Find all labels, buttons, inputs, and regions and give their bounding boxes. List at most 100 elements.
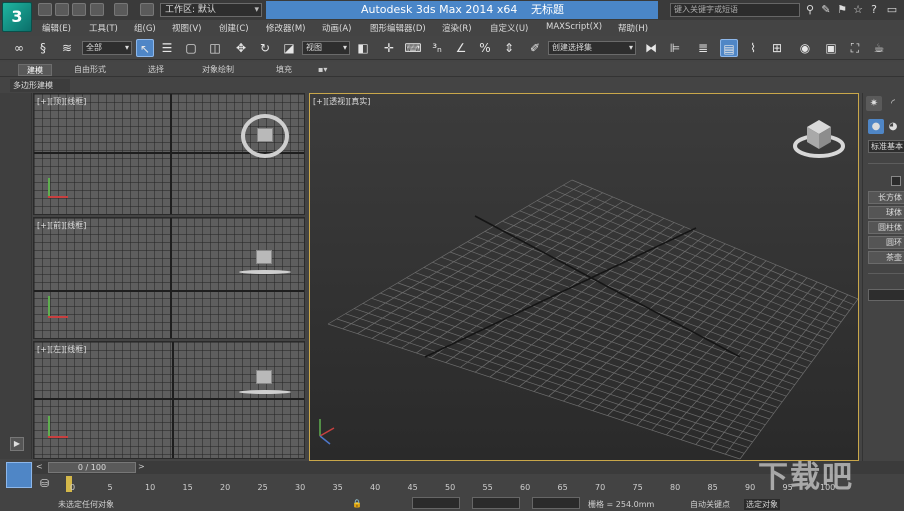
selected-mode-select[interactable]: 选定对象 — [744, 499, 780, 510]
project-folder-icon[interactable] — [140, 3, 154, 16]
star-icon[interactable]: ☆ — [851, 3, 865, 17]
search-input[interactable]: 键入关键字或短语 — [670, 3, 800, 17]
viewport-label-front[interactable]: [+][前][线框] — [37, 220, 86, 231]
lock-icon[interactable]: 🔒 — [352, 499, 362, 508]
viewcube-icon[interactable] — [256, 370, 272, 384]
named-selection-select[interactable]: 创建选择集 ▾ — [548, 41, 636, 55]
coord-x-field[interactable] — [412, 497, 460, 509]
graphite-toggle-icon[interactable]: ▤ — [720, 39, 738, 57]
sphere-button[interactable]: 球体 — [868, 206, 904, 219]
link-icon[interactable]: ∞ — [10, 39, 28, 57]
menu-group[interactable]: 组(G) — [134, 22, 156, 34]
previous-frame-icon[interactable]: < — [36, 462, 43, 471]
viewport-top[interactable]: [+][顶][线框] — [33, 93, 305, 215]
spinner-snap-icon[interactable]: ⇕ — [500, 39, 518, 57]
rectangular-selection-icon[interactable]: ▢ — [182, 39, 200, 57]
menu-help[interactable]: 帮助(H) — [618, 22, 648, 34]
viewcube-ring-icon[interactable] — [239, 390, 291, 394]
open-file-icon[interactable] — [55, 3, 69, 16]
edit-named-selection-icon[interactable]: ✐ — [526, 39, 544, 57]
viewcube-icon[interactable] — [257, 128, 273, 142]
viewport-label-top[interactable]: [+][顶][线框] — [37, 96, 86, 107]
expand-arrow-icon[interactable]: ▶ — [10, 437, 24, 451]
category-select[interactable]: 标准基本 — [868, 140, 904, 153]
teapot-button[interactable]: 茶壶 — [868, 251, 904, 264]
coord-y-field[interactable] — [472, 497, 520, 509]
angle-snap-icon[interactable]: ∠ — [452, 39, 470, 57]
coord-z-field[interactable] — [532, 497, 580, 509]
cylinder-button[interactable]: 圆柱体 — [868, 221, 904, 234]
viewcube-icon[interactable] — [256, 250, 272, 264]
undo-icon[interactable] — [90, 3, 104, 16]
box-button[interactable]: 长方体 — [868, 191, 904, 204]
schematic-view-icon[interactable]: ⊞ — [768, 39, 786, 57]
percent-snap-icon[interactable]: % — [476, 39, 494, 57]
help-icon[interactable]: ? — [867, 3, 881, 17]
window-controls-icon[interactable]: ▭ — [885, 3, 899, 17]
people-icon[interactable]: ⚑ — [835, 3, 849, 17]
toggle-mini-curve-editor-icon[interactable]: ⛁ — [40, 477, 49, 490]
workspace-select[interactable]: 工作区: 默认 ▾ — [160, 3, 262, 17]
menu-view[interactable]: 视图(V) — [172, 22, 201, 34]
mirror-icon[interactable]: ⧓ — [642, 39, 660, 57]
tools-icon[interactable]: ✎ — [819, 3, 833, 17]
geometry-icon[interactable]: ● — [868, 119, 884, 134]
modify-tab-icon[interactable]: ◜ — [885, 96, 901, 111]
render-setup-icon[interactable]: ▣ — [822, 39, 840, 57]
menu-animation[interactable]: 动画(A) — [322, 22, 351, 34]
tab-selection[interactable]: 选择 — [140, 64, 172, 76]
bind-space-warp-icon[interactable]: ≋ — [58, 39, 76, 57]
select-by-name-icon[interactable]: ☰ — [158, 39, 176, 57]
viewcube-ring-icon[interactable] — [239, 270, 291, 274]
curve-editor-icon[interactable]: ⌇ — [744, 39, 762, 57]
polygon-modeling-panel[interactable]: 多边形建模 — [10, 79, 70, 92]
select-object-icon[interactable]: ↖ — [136, 39, 154, 57]
unlink-icon[interactable]: § — [34, 39, 52, 57]
viewport-left[interactable]: [+][左][线框] — [33, 341, 305, 459]
select-manipulate-icon[interactable]: ✛ — [380, 39, 398, 57]
select-move-icon[interactable]: ✥ — [232, 39, 250, 57]
menu-create[interactable]: 创建(C) — [219, 22, 249, 34]
select-rotate-icon[interactable]: ↻ — [256, 39, 274, 57]
align-icon[interactable]: ⊫ — [666, 39, 684, 57]
keyboard-shortcut-icon[interactable]: ⌨ — [404, 39, 422, 57]
selection-filter-select[interactable]: 全部 ▾ — [82, 41, 132, 55]
viewport-perspective[interactable]: [+][透视][真实] — [309, 93, 859, 461]
autokey-label[interactable]: 自动关键点 — [690, 499, 730, 510]
tab-populate[interactable]: 填充 — [268, 64, 300, 76]
name-field[interactable] — [868, 289, 904, 301]
rendered-frame-icon[interactable]: ⛶ — [846, 39, 864, 57]
ribbon-options-icon[interactable]: ▪▾ — [310, 64, 335, 76]
binoculars-icon[interactable]: ⚲ — [803, 3, 817, 17]
window-crossing-icon[interactable]: ◫ — [206, 39, 224, 57]
viewport-front[interactable]: [+][前][线框] — [33, 217, 305, 339]
menu-rendering[interactable]: 渲染(R) — [442, 22, 472, 34]
app-logo-button[interactable]: 3 — [2, 2, 32, 32]
menu-maxscript[interactable]: MAXScript(X) — [546, 22, 602, 32]
layer-manager-icon[interactable]: ≣ — [694, 39, 712, 57]
create-tab-icon[interactable]: ✷ — [866, 96, 882, 111]
autogrid-checkbox[interactable] — [891, 176, 901, 186]
new-file-icon[interactable] — [38, 3, 52, 16]
menu-customize[interactable]: 自定义(U) — [490, 22, 528, 34]
maxscript-listener-icon[interactable] — [6, 462, 32, 488]
viewport-label-left[interactable]: [+][左][线框] — [37, 344, 86, 355]
tab-object-paint[interactable]: 对象绘制 — [194, 64, 242, 76]
menu-graph-editors[interactable]: 图形编辑器(D) — [370, 22, 426, 34]
render-teapot-icon[interactable]: ☕ — [870, 39, 888, 57]
menu-edit[interactable]: 编辑(E) — [42, 22, 71, 34]
pivot-center-icon[interactable]: ◧ — [354, 39, 372, 57]
tab-modeling[interactable]: 建模 — [18, 64, 52, 76]
torus-button[interactable]: 圆环 — [868, 236, 904, 249]
save-file-icon[interactable] — [72, 3, 86, 16]
reference-coord-select[interactable]: 视图 ▾ — [302, 41, 350, 55]
menu-modifiers[interactable]: 修改器(M) — [266, 22, 305, 34]
menu-tools[interactable]: 工具(T) — [89, 22, 118, 34]
tab-freeform[interactable]: 自由形式 — [66, 64, 114, 76]
snaps-toggle-icon[interactable]: ³ₙ — [428, 39, 446, 57]
material-editor-icon[interactable]: ◉ — [796, 39, 814, 57]
redo-icon[interactable] — [114, 3, 128, 16]
shapes-icon[interactable]: ◕ — [885, 119, 901, 134]
time-slider[interactable]: 0 / 100 — [48, 462, 136, 473]
next-frame-icon[interactable]: > — [138, 462, 145, 471]
